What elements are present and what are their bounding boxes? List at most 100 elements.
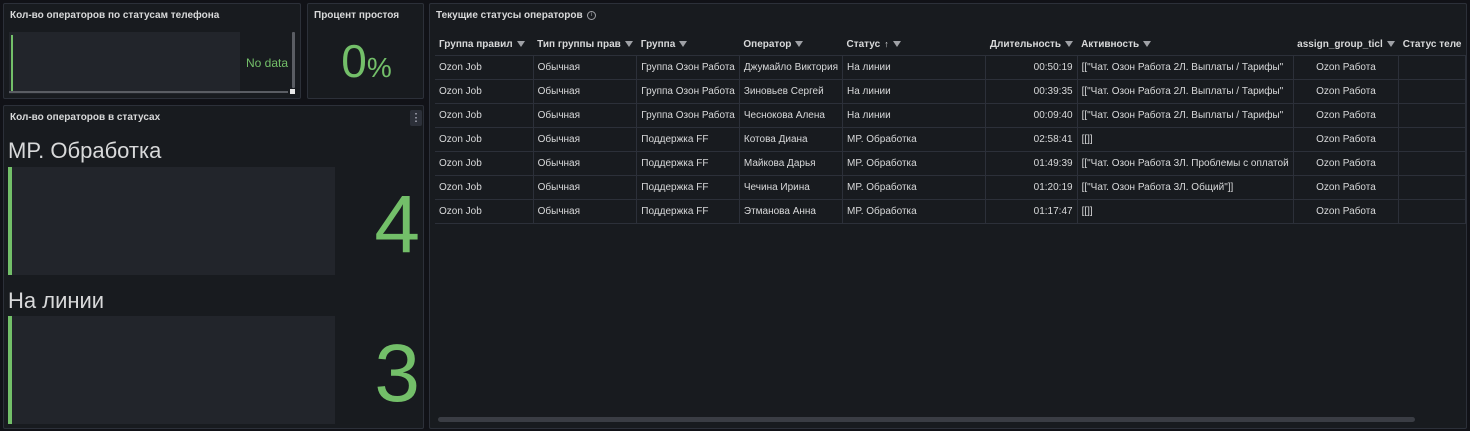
cell: [[]] <box>1077 127 1294 152</box>
cell: Обычная <box>533 199 638 224</box>
column-header-status[interactable]: Статус ↑ <box>842 33 986 56</box>
cell: 02:58:41 <box>985 127 1078 152</box>
cell: [["Чат. Озон Работа 2Л. Выплаты / Тарифы… <box>1077 55 1294 80</box>
cell: Ozon Работа <box>1293 103 1400 128</box>
cell: Поддержка FF <box>636 127 740 152</box>
cell: Этманова Анна <box>739 199 843 224</box>
cell: 01:17:47 <box>985 199 1078 224</box>
filter-icon[interactable] <box>679 40 688 47</box>
cell: 00:50:19 <box>985 55 1078 80</box>
idle-percent-number: 0 <box>341 35 367 87</box>
cell: Обычная <box>533 175 638 200</box>
resize-handle[interactable] <box>290 89 295 94</box>
cell: Чечина Ирина <box>739 175 843 200</box>
stat-value-online: 3 <box>374 328 420 419</box>
table-row[interactable]: Ozon Job Обычная Поддержка FF Этманова А… <box>435 199 1466 224</box>
table-row[interactable]: Ozon Job Обычная Группа Озон Работа Зино… <box>435 79 1466 104</box>
filter-icon[interactable] <box>1143 40 1152 47</box>
column-header-phone-status[interactable]: Статус теле <box>1398 33 1466 56</box>
horizontal-scrollbar[interactable] <box>9 91 288 93</box>
column-header-rule-group[interactable]: Группа правил <box>435 33 534 56</box>
phone-status-panel-title: Кол-во операторов по статусам телефона <box>10 10 220 21</box>
cell: Ozon Работа <box>1293 199 1400 224</box>
table-row[interactable]: Ozon Job Обычная Поддержка FF Котова Диа… <box>435 127 1466 152</box>
table-row[interactable]: Ozon Job Обычная Поддержка FF Чечина Ири… <box>435 175 1466 200</box>
cell: Котова Диана <box>739 127 843 152</box>
cell: Ozon Job <box>435 151 534 176</box>
stat-sparkline-online <box>8 316 335 424</box>
cell: Поддержка FF <box>636 199 740 224</box>
table-row[interactable]: Ozon Job Обычная Группа Озон Работа Чесн… <box>435 103 1466 128</box>
cell <box>1398 199 1466 224</box>
cell <box>1398 103 1466 128</box>
column-header-assign-group[interactable]: assign_group_ticl <box>1293 33 1399 56</box>
stat-label-online: На линии <box>8 288 105 313</box>
cell: Обычная <box>533 103 638 128</box>
idle-percent-panel: Процент простоя 0% <box>307 3 424 99</box>
sort-asc-icon[interactable]: ↑ <box>884 39 889 49</box>
cell: На линии <box>842 103 987 128</box>
cell <box>1398 55 1466 80</box>
cell <box>1398 127 1466 152</box>
table-horizontal-scrollbar[interactable] <box>438 417 1415 422</box>
cell: 01:20:19 <box>985 175 1078 200</box>
cell: Группа Озон Работа <box>636 79 740 104</box>
filter-icon[interactable] <box>1386 40 1395 47</box>
cell: Зиновьев Сергей <box>739 79 843 104</box>
cell <box>1398 175 1466 200</box>
no-data-label: No data <box>246 56 289 70</box>
filter-icon[interactable] <box>624 40 633 47</box>
column-header-group-type[interactable]: Тип группы прав <box>533 33 637 56</box>
panel-menu-icon[interactable]: ⋮ <box>410 110 422 126</box>
cell: Ozon Job <box>435 103 534 128</box>
cell: 01:49:39 <box>985 151 1078 176</box>
operators-in-statuses-panel: Кол-во операторов в статусах ⋮ MP. Обраб… <box>3 105 424 429</box>
cell: [["Чат. Озон Работа 2Л. Выплаты / Тарифы… <box>1077 79 1294 104</box>
cell <box>1398 79 1466 104</box>
column-header-operator[interactable]: Оператор <box>739 33 843 56</box>
cell: [["Чат. Озон Работа 3Л. Проблемы с оплат… <box>1077 151 1294 176</box>
cell: Обычная <box>533 151 638 176</box>
phone-status-panel: Кол-во операторов по статусам телефона N… <box>3 3 301 99</box>
operators-table: Группа правил Тип группы прав Группа Опе… <box>435 33 1466 224</box>
idle-percent-value: 0% <box>308 34 423 88</box>
cell: [[]] <box>1077 199 1294 224</box>
stat-label-processing: MP. Обработка <box>8 138 162 163</box>
table-row[interactable]: Ozon Job Обычная Группа Озон Работа Джум… <box>435 55 1466 80</box>
cell: Обычная <box>533 79 638 104</box>
cell: Обычная <box>533 127 638 152</box>
cell: Чеснокова Алена <box>739 103 843 128</box>
column-header-duration[interactable]: Длительность <box>985 33 1078 56</box>
table-panel-title: Текущие статусы операторов <box>436 10 583 21</box>
operators-in-statuses-title: Кол-во операторов в статусах <box>10 112 161 123</box>
cell: Ozon Job <box>435 127 534 152</box>
info-icon[interactable]: i <box>587 11 596 20</box>
cell: Группа Озон Работа <box>636 103 740 128</box>
cell: 00:09:40 <box>985 103 1078 128</box>
phone-status-sparkline <box>9 32 240 94</box>
column-header-group[interactable]: Группа <box>636 33 740 56</box>
cell: Майкова Дарья <box>739 151 843 176</box>
cell: Ozon Job <box>435 175 534 200</box>
filter-icon[interactable] <box>516 40 525 47</box>
cell: Ozon Job <box>435 55 534 80</box>
cell: MP. Обработка <box>842 199 987 224</box>
filter-icon[interactable] <box>795 40 804 47</box>
cell: На линии <box>842 79 987 104</box>
cell: Поддержка FF <box>636 175 740 200</box>
cell: Группа Озон Работа <box>636 55 740 80</box>
filter-icon[interactable] <box>1065 40 1074 47</box>
vertical-scrollbar[interactable] <box>292 32 295 88</box>
cell: MP. Обработка <box>842 151 987 176</box>
stat-value-processing: 4 <box>374 179 420 270</box>
column-header-activity[interactable]: Активность <box>1077 33 1294 56</box>
filter-icon[interactable] <box>892 40 901 47</box>
cell: Ozon Работа <box>1293 175 1400 200</box>
cell: Обычная <box>533 55 638 80</box>
cell: Ozon Работа <box>1293 79 1400 104</box>
cell: [["Чат. Озон Работа 3Л. Общий"]] <box>1077 175 1294 200</box>
table-row[interactable]: Ozon Job Обычная Поддержка FF Майкова Да… <box>435 151 1466 176</box>
cell: [["Чат. Озон Работа 2Л. Выплаты / Тарифы… <box>1077 103 1294 128</box>
cell: Ozon Job <box>435 79 534 104</box>
cell: Джумайло Виктория <box>739 55 843 80</box>
